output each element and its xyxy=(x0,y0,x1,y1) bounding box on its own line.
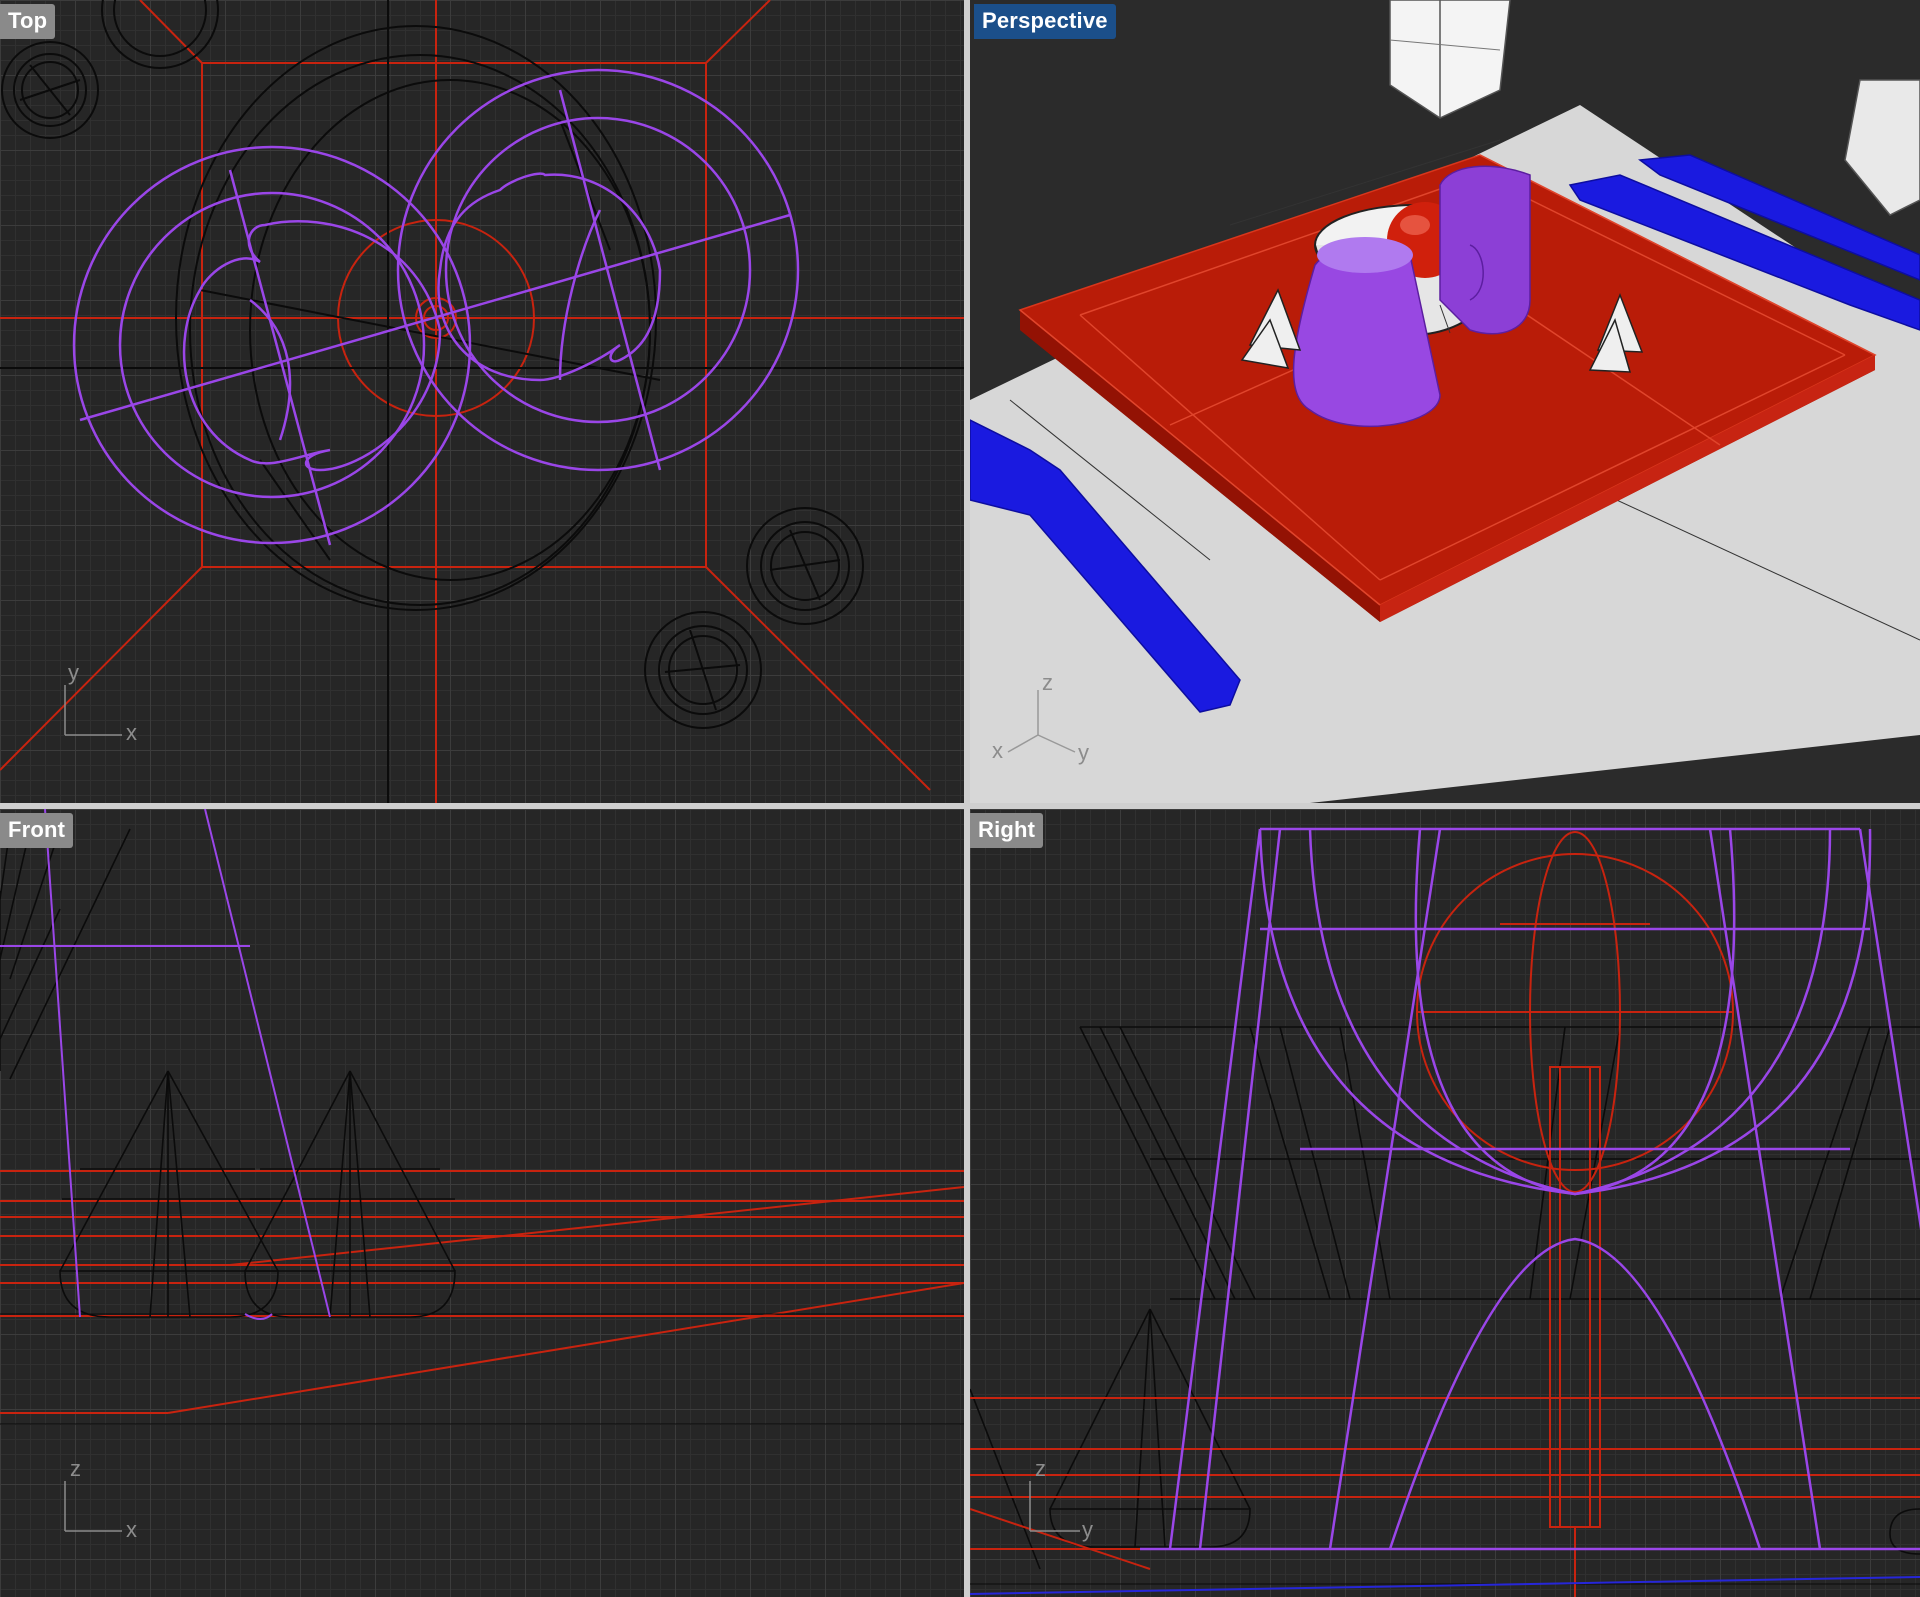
axis-label-y: y xyxy=(1078,740,1089,765)
black-bowl-profile xyxy=(970,1026,1920,1585)
axis-label-y: y xyxy=(68,660,79,685)
right-view-wireframe: z y xyxy=(970,827,1920,1597)
axis-label-z: z xyxy=(1042,670,1053,695)
viewport-perspective[interactable]: Perspective z x y xyxy=(970,0,1920,803)
red-base-lines xyxy=(0,1170,964,1414)
axis-label-z: z xyxy=(70,1456,81,1481)
axis-label-x: x xyxy=(992,738,1003,763)
axis-label-z: z xyxy=(1035,1456,1046,1481)
front-view-wireframe: z x xyxy=(0,809,964,1542)
red-sphere-profile xyxy=(970,831,1920,1597)
black-cone-circles xyxy=(1,0,864,729)
viewport-label-perspective[interactable]: Perspective xyxy=(974,4,1116,39)
axis-label-x: x xyxy=(126,720,137,745)
viewport-label-top[interactable]: Top xyxy=(0,4,56,39)
viewport-top[interactable]: Top y x xyxy=(0,0,964,803)
axis-icon-front xyxy=(64,1481,122,1532)
viewport-label-right[interactable]: Right xyxy=(970,813,1044,848)
white-block xyxy=(1389,0,1511,119)
axis-icon-right xyxy=(1029,1481,1080,1532)
axis-icon-top xyxy=(64,685,122,736)
perspective-shaded-scene: z x y xyxy=(970,0,1920,803)
viewport-front[interactable]: Front z x xyxy=(0,809,964,1597)
viewport-right[interactable]: Right z y xyxy=(970,809,1920,1597)
purple-profile xyxy=(0,809,331,1320)
axis-label-x: x xyxy=(126,1517,137,1542)
axis-label-y: y xyxy=(1082,1517,1093,1542)
blue-bar-edge xyxy=(970,1576,1920,1595)
top-view-wireframe: y x xyxy=(0,0,964,803)
purple-cone-profile xyxy=(1140,827,1920,1551)
black-cones xyxy=(0,828,964,1425)
white-slab-right xyxy=(1844,79,1920,216)
viewport-label-front[interactable]: Front xyxy=(0,813,74,848)
